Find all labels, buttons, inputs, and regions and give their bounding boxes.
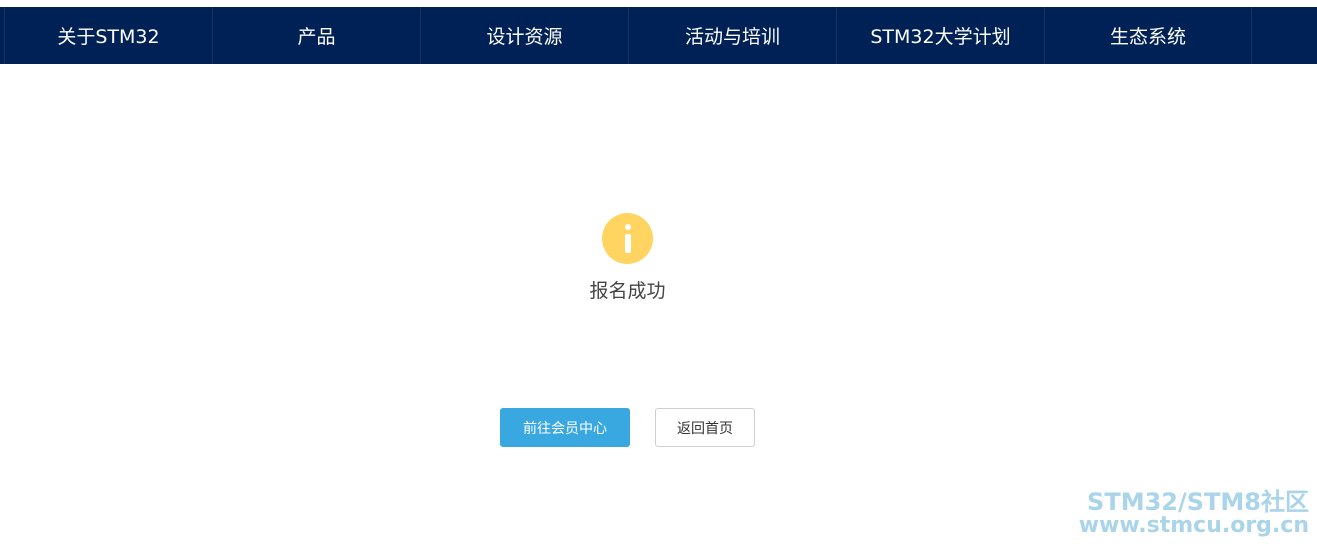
watermark: STM32/STM8社区 www.stmcu.org.cn	[1079, 490, 1309, 538]
return-home-button[interactable]: 返回首页	[655, 408, 755, 447]
action-buttons: 前往会员中心 返回首页	[500, 408, 755, 447]
member-center-button[interactable]: 前往会员中心	[500, 408, 630, 447]
watermark-url: www.stmcu.org.cn	[1078, 513, 1309, 538]
nav-item-about-stm32[interactable]: 关于STM32	[4, 7, 212, 64]
nav-item-events-training[interactable]: 活动与培训	[628, 7, 836, 64]
status-panel: 报名成功	[0, 213, 1255, 303]
nav-item-university-program[interactable]: STM32大学计划	[836, 7, 1044, 64]
info-icon-bar	[625, 234, 631, 253]
nav-item-products[interactable]: 产品	[212, 7, 420, 64]
info-icon	[602, 213, 653, 264]
nav-item-ecosystem[interactable]: 生态系统	[1044, 7, 1252, 64]
page: 关于STM32 产品 设计资源 活动与培训 STM32大学计划 生态系统 报名成…	[0, 0, 1317, 546]
status-message: 报名成功	[589, 280, 666, 302]
nav-item-design-resources[interactable]: 设计资源	[420, 7, 628, 64]
top-nav: 关于STM32 产品 设计资源 活动与培训 STM32大学计划 生态系统	[0, 7, 1317, 64]
watermark-title: STM32/STM8社区	[1087, 488, 1309, 516]
info-icon-dot	[625, 224, 631, 230]
